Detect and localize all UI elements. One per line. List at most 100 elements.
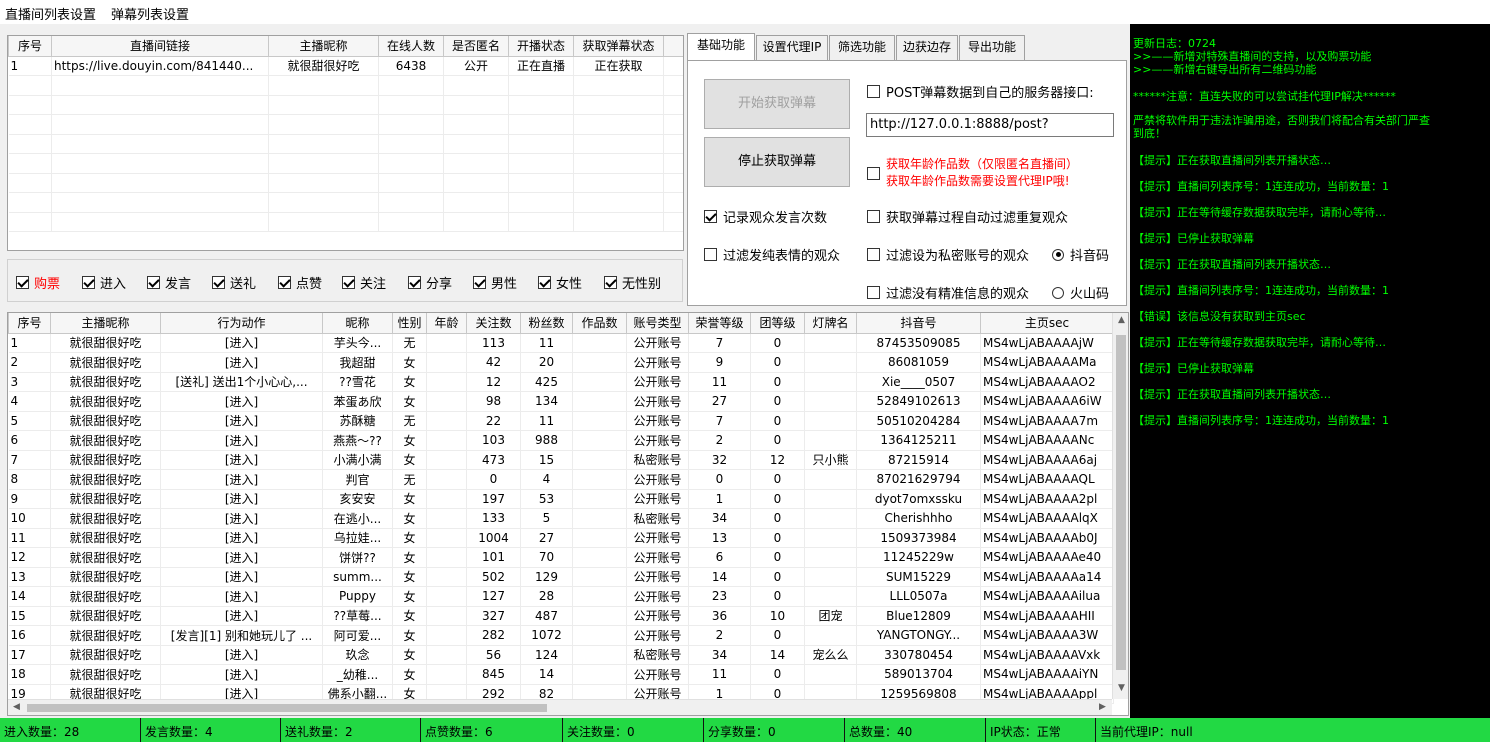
radio-douyin-option[interactable]: 抖音码 [1052,245,1109,264]
rooms-col-header[interactable]: 是否匿名 [443,36,509,57]
radio-douyin[interactable] [1052,248,1064,261]
rooms-table-row[interactable] [8,134,683,154]
viewers-table-row[interactable]: 15 就很甜很好吃 [进入] ??草莓... 女 327 487 公开账号 36 10 团宠 Blue… [8,606,1114,626]
filter-checkbox[interactable] [604,276,617,289]
viewers-col-header[interactable]: 性别 [392,313,427,334]
start-fetch-button[interactable]: 开始获取弹幕 [704,79,850,129]
rooms-col-header[interactable]: 直播间链接 [51,36,269,57]
horizontal-scroll-thumb[interactable] [27,704,547,712]
post-url-input[interactable]: http://127.0.0.1:8888/post? [866,113,1114,137]
viewers-col-header[interactable]: 年龄 [426,313,467,334]
filter-option[interactable]: 进入 [82,273,126,292]
viewers-table-row[interactable]: 16 就很甜很好吃 [发言][1] 别和她玩儿了 ... 阿可爱... 女 282 1072… [8,625,1114,646]
viewers-table-row[interactable]: 7 就很甜很好吃 [进入] 小满小满女 473 15 私密账号 32 12 只小熊 87215914… [8,450,1114,470]
filter-option[interactable]: 无性别 [604,273,661,292]
radio-huoshan-option[interactable]: 火山码 [1052,283,1109,302]
viewers-table-row[interactable]: 8 就很甜很好吃 [进入] 判官无 0 4 公开账号 0 0 87021629794 MS4wLjA… [8,469,1114,490]
filter-option[interactable]: 男性 [473,273,517,292]
rooms-table-row[interactable] [8,153,683,174]
filter-checkbox[interactable] [342,276,355,289]
filter-option[interactable]: 发言 [147,273,191,292]
filter-option[interactable]: 分享 [408,273,452,292]
viewers-table[interactable]: 序号 主播昵称 行为动作 昵称 性别 年龄 关注数 粉丝数 作品数 账号类型 荣誉等级 团等级 灯牌名抖… [7,312,1129,716]
filter-checkbox[interactable] [538,276,551,289]
filter-option[interactable]: 关注 [342,273,386,292]
age-checkbox[interactable] [867,166,880,180]
viewers-col-header[interactable]: 灯牌名 [804,313,857,334]
viewers-col-header[interactable]: 抖音号 [856,313,981,334]
auto-filter-dup-option[interactable]: 获取弹幕过程自动过滤重复观众 [867,207,1068,226]
rooms-col-header[interactable]: 开播状态 [508,36,574,57]
viewers-col-header[interactable]: 账号类型 [626,313,689,334]
rooms-table-row[interactable] [8,75,683,96]
filter-option[interactable]: 点赞 [278,273,322,292]
rooms-table-row[interactable] [8,192,683,213]
filter-option[interactable]: 购票 [16,273,60,292]
rooms-col-header[interactable]: 主播昵称 [268,36,379,57]
tab-filter[interactable]: 筛选功能 [829,35,895,60]
viewers-table-row[interactable]: 2 就很甜很好吃 [进入] 我超甜女 42 20 公开账号 9 0 86081059 MS4wLjA… [8,352,1114,373]
rooms-table-row[interactable]: 1 https://live.douyin.com/841440... 就很甜很好吃… [8,56,683,76]
viewers-table-row[interactable]: 5 就很甜很好吃 [进入] 苏酥糖无 22 11 公开账号 7 0 50510204284 MS4w… [8,411,1114,431]
filter-option[interactable]: 女性 [538,273,582,292]
rooms-table-row[interactable] [8,95,683,115]
scroll-left-icon[interactable]: ◀ [8,702,25,712]
viewers-table-row[interactable]: 11 就很甜很好吃 [进入] 乌拉娃... 女 1004 27 公开账号 13 0 15093739… [8,528,1114,548]
filter-checkbox[interactable] [147,276,160,289]
auto-filter-dup-checkbox[interactable] [867,210,880,223]
viewers-table-row[interactable]: 6 就很甜很好吃 [进入] 燕燕～?? 女 103 988 公开账号 2 0 1364125211 M… [8,430,1114,451]
filter-checkbox[interactable] [82,276,95,289]
post-checkbox[interactable] [867,85,880,98]
stop-fetch-button[interactable]: 停止获取弹幕 [704,137,850,187]
viewers-table-row[interactable]: 1 就很甜很好吃 [进入] 芋头今... 无 113 11 公开账号 7 0 87453509085… [8,333,1114,353]
viewers-table-row[interactable]: 4 就很甜很好吃 [进入] 苯蛋あ欣女 98 134 公开账号 27 0 52849102613 M… [8,391,1114,412]
viewers-table-row[interactable]: 13 就很甜很好吃 [进入] summ... 女 502 129 公开账号 14 0 SUM1522… [8,567,1114,587]
filter-checkbox[interactable] [278,276,291,289]
scroll-right-icon[interactable]: ▶ [1094,702,1111,712]
viewers-col-header[interactable]: 粉丝数 [520,313,573,334]
rooms-col-header[interactable]: 在线人数 [378,36,444,57]
filter-option[interactable]: 送礼 [212,273,256,292]
vertical-scroll-thumb[interactable] [1116,335,1126,670]
rooms-col-header[interactable]: 获取弹幕状态 [573,36,664,57]
viewers-table-row[interactable]: 3 就很甜很好吃 [送礼] 送出1个小心心,... ??雪花女 12 425 公开账号 11 0… [8,372,1114,392]
log-panel[interactable]: 更新日志：0724 >>——新增对特殊直播间的支持，以及购票功能 >>——新增右键导… [1130,24,1490,718]
viewers-table-row[interactable]: 14 就很甜很好吃 [进入] Puppy 女 127 28 公开账号 23 0 LLL0507a MS… [8,586,1114,607]
filter-checkbox[interactable] [408,276,421,289]
viewers-col-header[interactable]: 团等级 [750,313,805,334]
viewers-table-row[interactable]: 10 就很甜很好吃 [进入] 在逃小... 女 133 5 私密账号 34 0 Cherishhho… [8,508,1114,529]
tab-export[interactable]: 导出功能 [959,35,1025,60]
tab-basic[interactable]: 基础功能 [687,33,755,61]
scroll-down-icon[interactable]: ▼ [1113,683,1128,693]
viewers-col-header[interactable]: 关注数 [466,313,521,334]
age-option[interactable]: 获取年龄作品数（仅限匿名直播间） 获取年龄作品数需要设置代理IP哦! [867,156,1078,190]
filter-emoji-checkbox[interactable] [704,248,717,261]
viewers-col-header[interactable]: 作品数 [572,313,627,334]
live-rooms-table[interactable]: 序号 直播间链接 主播昵称 在线人数 是否匿名 开播状态 获取弹幕状态 1 https://l… [7,35,684,251]
filter-private-option[interactable]: 过滤设为私密账号的观众 [867,245,1029,264]
filter-checkbox[interactable] [16,276,29,289]
viewers-table-row[interactable]: 9 就很甜很好吃 [进入] 亥安安女 197 53 公开账号 1 0 dyot7omxssku MS… [8,489,1114,509]
viewers-col-header[interactable]: 行为动作 [160,313,323,334]
viewers-vertical-scrollbar[interactable]: ▲ ▼ [1112,313,1128,699]
filter-no-info-checkbox[interactable] [867,286,880,299]
rooms-table-row[interactable] [8,114,683,135]
viewers-table-row[interactable]: 12 就很甜很好吃 [进入] 饼饼?? 女 101 70 公开账号 6 0 11245229w MS4… [8,547,1114,568]
viewers-table-row[interactable]: 17 就很甜很好吃 [进入] 玖念女 56 124 私密账号 34 14 宠么么 330780454… [8,645,1114,665]
filter-no-info-option[interactable]: 过滤没有精准信息的观众 [867,283,1029,302]
viewers-col-header[interactable]: 主播昵称 [50,313,161,334]
filter-emoji-option[interactable]: 过滤发纯表情的观众 [704,245,840,264]
viewers-col-header[interactable]: 序号 [8,313,51,334]
viewers-col-header[interactable]: 昵称 [322,313,393,334]
radio-huoshan[interactable] [1052,286,1064,299]
filter-private-checkbox[interactable] [867,248,880,261]
record-count-option[interactable]: 记录观众发言次数 [704,207,827,226]
scroll-up-icon[interactable]: ▲ [1113,315,1128,325]
menu-live-list-settings[interactable]: 直播间列表设置 [5,4,96,23]
viewers-col-header[interactable]: 主页sec [980,313,1114,334]
post-option[interactable]: POST弹幕数据到自己的服务器接口: [867,82,1094,101]
record-count-checkbox[interactable] [704,210,717,223]
filter-checkbox[interactable] [212,276,225,289]
viewers-col-header[interactable]: 荣誉等级 [688,313,751,334]
rooms-col-header[interactable]: 序号 [8,36,52,57]
